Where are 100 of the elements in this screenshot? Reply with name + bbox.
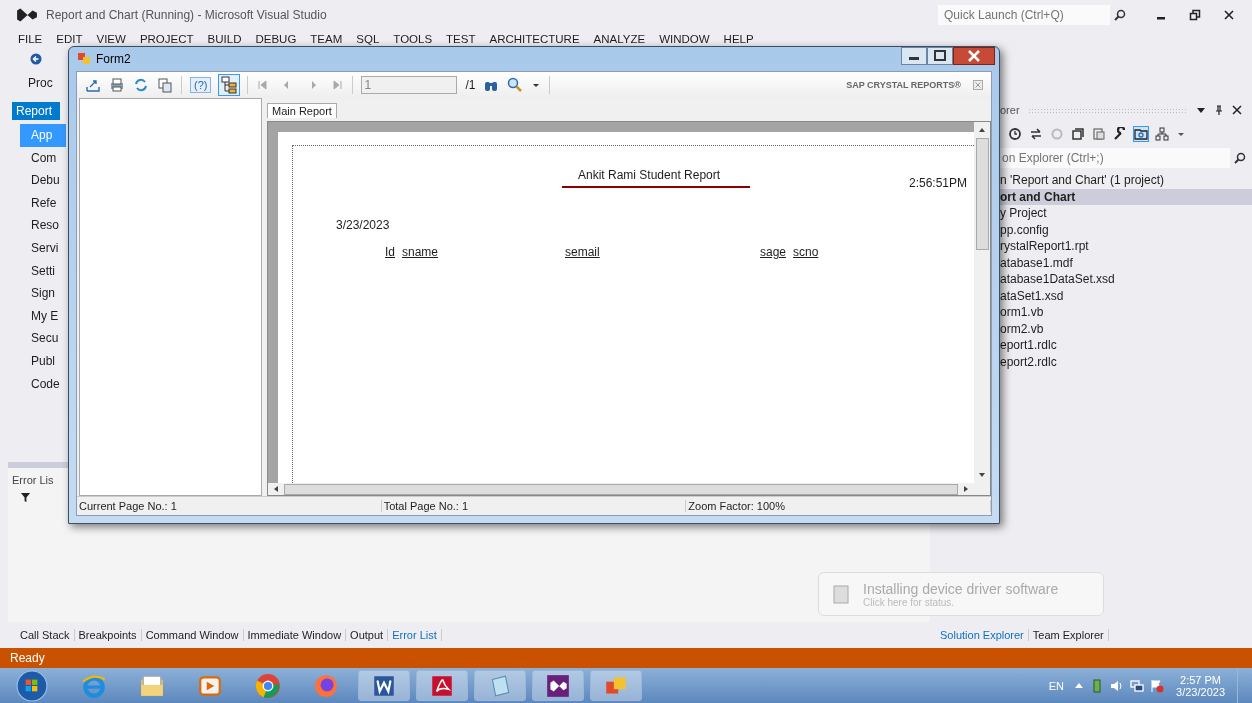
files-icon[interactable] <box>1092 127 1106 141</box>
network-icon[interactable] <box>1130 678 1145 693</box>
properties-nav-item[interactable]: Setti <box>31 259 55 283</box>
properties-nav-item[interactable]: My E <box>31 304 59 328</box>
menu-item[interactable]: EDIT <box>56 33 83 45</box>
tree-item[interactable]: rystalReport1.rpt <box>1000 238 1252 255</box>
close-icon[interactable] <box>953 47 995 65</box>
toolbar-label: Proc <box>28 76 53 90</box>
panel-title[interactable]: Error Lis <box>12 474 54 486</box>
vertical-scrollbar[interactable] <box>974 122 990 483</box>
menu-item[interactable]: TEAM <box>310 33 343 45</box>
menu-item[interactable]: TOOLS <box>393 33 433 45</box>
status-text: Ready <box>10 651 45 665</box>
tree-item[interactable]: ataSet1.xsd <box>1000 287 1252 304</box>
window-title: Report and Chart (Running) - Microsoft Visual Studio <box>46 8 327 22</box>
close-icon[interactable] <box>1232 105 1242 115</box>
class-diagram-icon[interactable] <box>1155 127 1169 141</box>
tree-item[interactable]: orm1.vb <box>1000 304 1252 321</box>
tree-item[interactable]: eport2.rdlc <box>1000 353 1252 370</box>
visual-studio-icon[interactable] <box>545 672 571 699</box>
tree-item[interactable]: y Project <box>1000 205 1252 222</box>
properties-nav-item[interactable]: Servi <box>31 236 59 260</box>
menu-item[interactable]: VIEW <box>96 33 126 45</box>
status-field: Current Page No.: 1 <box>77 500 382 512</box>
report-tab[interactable]: Main Report <box>267 103 337 118</box>
menu-item[interactable]: ARCHITECTURE <box>489 33 580 45</box>
maximize-icon[interactable] <box>927 47 953 65</box>
tree-item[interactable]: n 'Report and Chart' (1 project) <box>1000 172 1252 189</box>
restore-icon[interactable] <box>1189 9 1201 21</box>
copy-icon[interactable] <box>157 77 173 93</box>
properties-nav-item[interactable]: Refe <box>31 191 57 215</box>
tree-item[interactable]: atabase1DataSet.xsd <box>1000 271 1252 288</box>
print-date: 3/23/2023 <box>336 218 390 232</box>
column-header: sage <box>760 245 787 259</box>
scroll-right-icon[interactable] <box>962 485 970 493</box>
tool-window-tab[interactable]: Breakpoints <box>74 629 142 641</box>
history-icon[interactable] <box>1008 127 1022 141</box>
chrome-icon[interactable] <box>255 672 281 699</box>
tree-item[interactable]: atabase1.mdf <box>1000 254 1252 271</box>
quick-launch-field[interactable]: Quick Launch (Ctrl+Q) <box>938 5 1110 25</box>
form-title: Form2 <box>96 52 131 66</box>
menu-item[interactable]: BUILD <box>207 33 242 45</box>
properties-nav-item[interactable]: Reso <box>31 214 59 237</box>
column-header: scno <box>793 245 819 259</box>
export-icon[interactable] <box>85 77 101 93</box>
minimize-icon[interactable] <box>901 47 927 65</box>
menu-item[interactable]: WINDOW <box>659 33 710 45</box>
tool-window-tab[interactable]: Solution Explorer <box>936 629 1029 641</box>
tool-window-tab[interactable]: Command Window <box>141 629 244 641</box>
properties-nav-item[interactable]: Code <box>31 372 60 396</box>
sync-icon[interactable] <box>1029 127 1043 141</box>
search-field[interactable]: on Explorer (Ctrl+;) <box>1000 148 1230 168</box>
pin-icon[interactable] <box>1214 105 1224 115</box>
dropdown-icon[interactable] <box>1196 105 1206 115</box>
zoom-icon[interactable] <box>507 77 524 93</box>
properties-nav-item[interactable]: Debu <box>31 169 60 192</box>
tool-window-tab[interactable]: Error List <box>388 629 442 641</box>
column-header: semail <box>565 245 600 259</box>
column-header: sname <box>402 245 439 259</box>
column-header: Id <box>385 245 395 259</box>
tool-window-tab[interactable]: Team Explorer <box>1028 629 1109 641</box>
properties-nav-item[interactable]: Sign <box>31 282 56 305</box>
menu-item[interactable]: DEBUG <box>255 33 297 45</box>
back-icon[interactable] <box>30 53 42 65</box>
tree-item[interactable]: ort and Chart <box>1000 188 1252 205</box>
collapse-icon[interactable] <box>1071 127 1085 141</box>
brand-label: SAP CRYSTAL REPORTS® <box>846 80 961 90</box>
menu-item[interactable]: SQL <box>356 33 380 45</box>
speaker-icon[interactable] <box>1110 678 1125 693</box>
start-button-icon[interactable] <box>16 669 48 702</box>
scroll-left-icon[interactable] <box>272 485 280 493</box>
flag-icon[interactable] <box>1150 678 1165 693</box>
status-field: Zoom Factor: 100% <box>686 500 991 512</box>
tool-window-tab[interactable]: Call Stack <box>16 629 75 641</box>
properties-nav-item[interactable]: Publ <box>31 349 56 373</box>
group-tree-icon[interactable] <box>219 75 240 95</box>
print-time: 2:56:51PM <box>909 176 968 190</box>
tree-item[interactable]: pp.config <box>1000 221 1252 238</box>
search-icon <box>1114 9 1126 21</box>
filter-icon[interactable] <box>20 492 31 503</box>
tree-item[interactable]: orm2.vb <box>1000 320 1252 337</box>
help-button[interactable]: (?) <box>190 77 212 93</box>
menu-item[interactable]: PROJECT <box>139 33 194 45</box>
menu-item[interactable]: HELP <box>723 33 754 45</box>
tool-window-tab[interactable]: Output <box>346 629 389 641</box>
print-icon[interactable] <box>109 77 125 93</box>
scroll-down-icon[interactable] <box>978 471 986 479</box>
scroll-up-icon[interactable] <box>978 126 986 134</box>
properties-nav-item[interactable]: Com <box>31 146 57 170</box>
form-app-icon <box>77 52 91 66</box>
folder-view-icon[interactable] <box>1134 127 1148 141</box>
panel-tab[interactable]: Report <box>12 102 60 120</box>
status-field: Total Page No.: 1 <box>381 500 687 512</box>
properties-nav-item[interactable]: Secu <box>31 327 59 350</box>
menu-item[interactable]: TEST <box>446 33 476 45</box>
menu-item[interactable]: ANALYZE <box>593 33 646 45</box>
tool-window-tab[interactable]: Immediate Window <box>243 629 347 641</box>
close-icon[interactable] <box>1223 9 1235 21</box>
menu-item[interactable]: FILE <box>18 33 43 45</box>
tree-item[interactable]: eport1.rdlc <box>1000 337 1252 354</box>
